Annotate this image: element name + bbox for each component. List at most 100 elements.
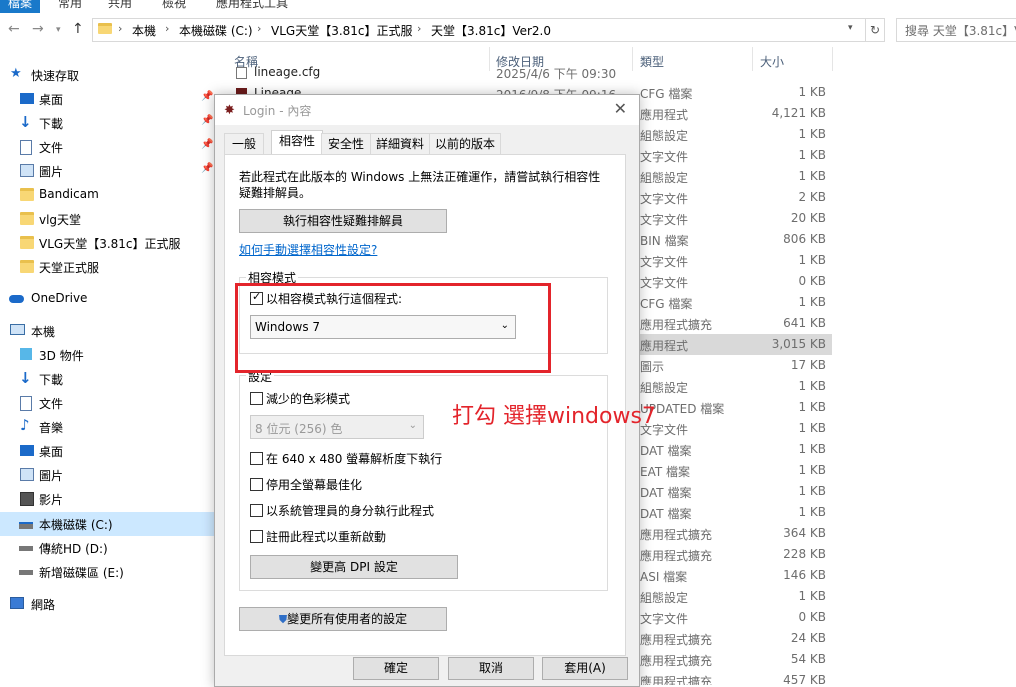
table-row[interactable]: DAT 檔案 1 KB: [632, 439, 832, 460]
sidebar-item-downloads-pc[interactable]: ↓ 下載: [0, 367, 214, 391]
run-as-admin-label[interactable]: 以系統管理員的身分執行此程式: [266, 502, 434, 519]
sidebar-item-vlg-server[interactable]: VLG天堂【3.81c】正式服: [0, 231, 214, 255]
apply-button[interactable]: 套用(A): [542, 657, 628, 680]
table-row[interactable]: CFG 檔案 1 KB: [632, 292, 832, 313]
table-row[interactable]: 文字文件 1 KB: [632, 145, 832, 166]
table-row[interactable]: 圖示 17 KB: [632, 355, 832, 376]
table-row[interactable]: 應用程式 4,121 KB: [632, 103, 832, 124]
sidebar-item-drive-e[interactable]: 新增磁碟區 (E:): [0, 560, 214, 584]
tab-details[interactable]: 詳細資料: [370, 133, 430, 154]
sidebar-item-bandicam[interactable]: Bandicam: [0, 183, 214, 207]
sidebar-item-documents[interactable]: 文件 📌: [0, 135, 214, 159]
table-row[interactable]: UPDATED 檔案 1 KB: [632, 397, 832, 418]
table-row[interactable]: EAT 檔案 1 KB: [632, 460, 832, 481]
cloud-icon: [9, 295, 24, 303]
sidebar-item-pictures[interactable]: 圖片 📌: [0, 159, 214, 183]
table-row[interactable]: DAT 檔案 1 KB: [632, 481, 832, 502]
sidebar-item-label: Bandicam: [39, 187, 99, 201]
ribbon-tab-home[interactable]: 常用: [58, 0, 82, 11]
table-row[interactable]: 組態設定 1 KB: [632, 124, 832, 145]
tab-general[interactable]: 一般: [224, 133, 264, 154]
table-row[interactable]: 文字文件 20 KB: [632, 208, 832, 229]
sidebar-item-documents-pc[interactable]: 文件: [0, 391, 214, 415]
sidebar-item-quick-access[interactable]: ★ 快速存取: [0, 63, 214, 87]
video-icon: [20, 492, 34, 506]
table-row[interactable]: CFG 檔案 1 KB: [632, 82, 832, 103]
back-icon[interactable]: ←: [8, 21, 20, 37]
sidebar-item-music[interactable]: ♪ 音樂: [0, 415, 214, 439]
resolution-640-label[interactable]: 在 640 x 480 螢幕解析度下執行: [266, 450, 442, 467]
sidebar-item-drive-c[interactable]: 本機磁碟 (C:): [0, 512, 214, 536]
table-row[interactable]: 文字文件 0 KB: [632, 271, 832, 292]
register-restart-checkbox[interactable]: [250, 530, 263, 543]
run-troubleshooter-button[interactable]: 執行相容性疑難排解員: [239, 209, 447, 233]
table-row[interactable]: 應用程式 3,015 KB: [632, 334, 832, 355]
change-dpi-button[interactable]: 變更高 DPI 設定: [250, 555, 458, 579]
table-row[interactable]: 應用程式擴充 24 KB: [632, 628, 832, 649]
ribbon-tab-view[interactable]: 檢視: [162, 0, 186, 11]
tab-compatibility[interactable]: 相容性: [271, 130, 323, 155]
sidebar-item-lineage-server[interactable]: 天堂正式服: [0, 255, 214, 279]
sidebar-item-onedrive[interactable]: OneDrive: [0, 287, 214, 311]
ribbon-tab-share[interactable]: 共用: [108, 0, 132, 11]
sidebar-item-label: 新增磁碟區 (E:): [39, 566, 124, 580]
sidebar-item-this-pc[interactable]: 本機: [0, 319, 214, 343]
table-row[interactable]: BIN 檔案 806 KB: [632, 229, 832, 250]
file-size: 457 KB: [783, 673, 826, 685]
sidebar-item-3d-objects[interactable]: 3D 物件: [0, 343, 214, 367]
dialog-titlebar[interactable]: ✸ Login - 內容 ✕: [215, 95, 639, 125]
tab-previous-versions[interactable]: 以前的版本: [429, 133, 501, 154]
table-row[interactable]: 應用程式擴充 457 KB: [632, 670, 832, 685]
file-type: 組態設定: [640, 381, 689, 395]
table-row[interactable]: 文字文件 2 KB: [632, 187, 832, 208]
reduced-color-label[interactable]: 減少的色彩模式: [266, 390, 350, 407]
tab-security[interactable]: 安全性: [321, 133, 371, 154]
recent-locations-icon[interactable]: ▾: [56, 25, 61, 35]
sidebar-item-videos[interactable]: 影片: [0, 487, 214, 511]
up-icon[interactable]: ↑: [72, 21, 84, 37]
file-size: 1 KB: [798, 442, 826, 456]
sidebar-item-drive-d[interactable]: 傳統HD (D:): [0, 536, 214, 560]
file-type: 文字文件: [640, 612, 689, 626]
fullscreen-opt-label[interactable]: 停用全螢幕最佳化: [266, 476, 362, 493]
register-restart-label[interactable]: 註冊此程式以重新啟動: [266, 528, 386, 545]
sidebar-item-pictures-pc[interactable]: 圖片: [0, 463, 214, 487]
table-row[interactable]: ASI 檔案 146 KB: [632, 565, 832, 586]
manual-compat-link[interactable]: 如何手動選擇相容性設定?: [239, 241, 377, 258]
file-type: EAT 檔案: [640, 465, 691, 479]
all-users-settings-button[interactable]: ⛊變更所有使用者的設定: [239, 607, 447, 631]
ribbon-tab-file[interactable]: 檔案: [0, 0, 40, 13]
cancel-button[interactable]: 取消: [448, 657, 534, 680]
table-row[interactable]: 組態設定 1 KB: [632, 586, 832, 607]
picture-icon: [20, 468, 34, 481]
table-row[interactable]: 應用程式擴充 54 KB: [632, 649, 832, 670]
navigation-pane: ★ 快速存取 桌面 📌 ↓ 下載 📌 文件 📌 圖片 📌 Bandicam vl…: [0, 47, 214, 685]
table-row[interactable]: DAT 檔案 1 KB: [632, 502, 832, 523]
run-as-admin-checkbox[interactable]: [250, 504, 263, 517]
table-row[interactable]: 組態設定 1 KB: [632, 166, 832, 187]
table-row[interactable]: 應用程式擴充 641 KB: [632, 313, 832, 334]
ok-button[interactable]: 確定: [353, 657, 439, 680]
forward-icon[interactable]: →: [32, 21, 44, 37]
table-row[interactable]: 文字文件 0 KB: [632, 607, 832, 628]
fullscreen-opt-checkbox[interactable]: [250, 478, 263, 491]
file-size: 364 KB: [783, 526, 826, 540]
sidebar-item-desktop[interactable]: 桌面 📌: [0, 87, 214, 111]
table-row[interactable]: 應用程式擴充 228 KB: [632, 544, 832, 565]
sidebar-item-vlg[interactable]: vlg天堂: [0, 207, 214, 231]
table-row[interactable]: 應用程式擴充 364 KB: [632, 523, 832, 544]
table-row[interactable]: 文字文件 1 KB: [632, 250, 832, 271]
sidebar-item-downloads[interactable]: ↓ 下載 📌: [0, 111, 214, 135]
resolution-640-checkbox[interactable]: [250, 452, 263, 465]
drive-icon: [19, 570, 33, 575]
sidebar-item-desktop-pc[interactable]: 桌面: [0, 439, 214, 463]
table-row[interactable]: 文字文件 1 KB: [632, 418, 832, 439]
reduced-color-checkbox[interactable]: [250, 392, 263, 405]
breadcrumb-this-pc[interactable]: 本機: [132, 22, 156, 39]
sidebar-item-network[interactable]: 網路: [0, 592, 214, 616]
file-size: 806 KB: [783, 232, 826, 246]
cube-icon: [20, 348, 32, 360]
table-row[interactable]: 組態設定 1 KB: [632, 376, 832, 397]
close-icon[interactable]: ✕: [614, 99, 627, 118]
file-size: 24 KB: [790, 631, 826, 645]
